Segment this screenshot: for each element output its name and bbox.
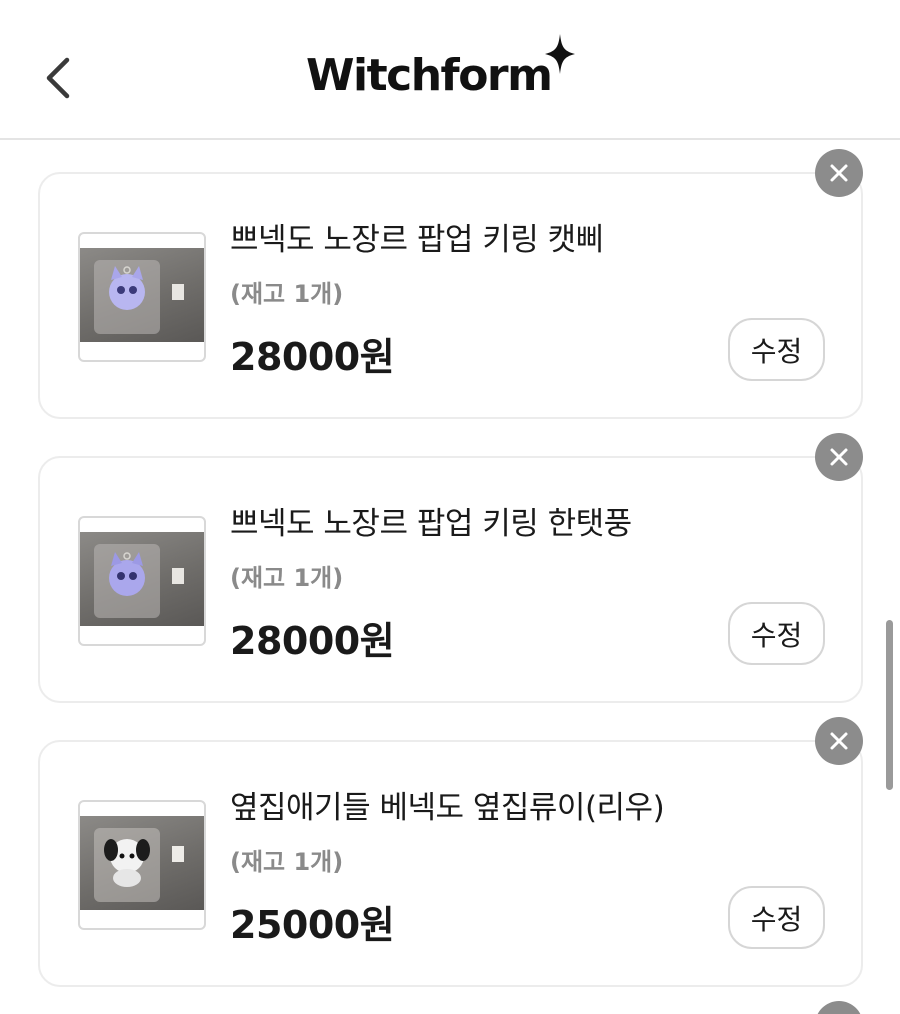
product-thumbnail[interactable] [78,800,206,930]
scrollbar[interactable] [886,620,893,790]
remove-item-button[interactable] [815,1001,863,1014]
remove-item-button[interactable] [815,717,863,765]
cart-item-list: 쁘넥도 노장르 팝업 키링 캣삐 (재고 1개) 28000원 수정 쁘넥도 노… [0,142,900,1014]
edit-button[interactable]: 수정 [728,886,825,949]
item-title: 쁘넥도 노장르 팝업 키링 캣삐 [230,222,604,258]
remove-item-button[interactable] [815,433,863,481]
cart-item-card: 쁘넥도 노장르 팝업 키링 캣삐 (재고 1개) 28000원 수정 [38,172,863,419]
item-price: 28000원 [230,619,395,663]
item-stock: (재고 1개) [230,280,344,308]
logo-text: Witchform [306,50,553,101]
edit-button[interactable]: 수정 [728,318,825,381]
edit-button[interactable]: 수정 [728,602,825,665]
close-icon [830,732,848,750]
remove-item-button[interactable] [815,149,863,197]
back-button[interactable] [36,52,80,104]
item-stock: (재고 1개) [230,848,344,876]
item-price: 28000원 [230,335,395,379]
item-price: 25000원 [230,903,395,947]
chevron-left-icon [46,57,70,99]
product-photo [80,248,204,342]
app-header: Witchform [0,0,900,140]
product-thumbnail[interactable] [78,232,206,362]
plush-keyring-cat [94,544,184,618]
cart-item-card: 옆집애기들 베넥도 옆집류이(리우) (재고 1개) 25000원 수정 [38,740,863,987]
product-photo [80,816,204,910]
close-icon [830,448,848,466]
cart-item-card: 쁘넥도 노장르 팝업 키링 한탯풍 (재고 1개) 28000원 수정 [38,456,863,703]
item-title: 쁘넥도 노장르 팝업 키링 한탯풍 [230,506,632,542]
item-stock: (재고 1개) [230,564,344,592]
sparkle-icon [545,34,576,74]
close-icon [830,164,848,182]
product-photo [80,532,204,626]
plush-keyring-dog [94,828,184,902]
item-title: 옆집애기들 베넥도 옆집류이(리우) [230,790,665,826]
plush-keyring-cat [94,260,184,334]
brand-logo[interactable]: Witchform [306,34,576,104]
product-thumbnail[interactable] [78,516,206,646]
